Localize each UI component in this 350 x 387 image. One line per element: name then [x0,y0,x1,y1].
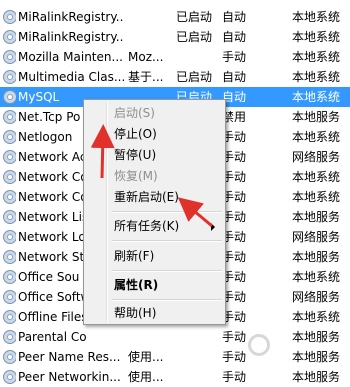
service-logon-as: 本地服务 [292,370,341,384]
service-startup-type: 禁用 [222,110,247,124]
menu-item-help[interactable]: 帮助(H) [86,303,223,323]
service-startup-type: 自动 [222,70,247,84]
service-logon-as: 本地服务 [292,210,341,224]
service-gear-icon [2,267,16,287]
service-gear-icon [2,27,16,47]
menu-item-all-tasks-label: 所有任务(K) [114,219,180,233]
service-gear-icon [2,307,16,327]
service-logon-as: 本地系统 [292,310,341,324]
service-description: 基于... [128,70,164,84]
menu-item-resume: 恢复(M) [114,169,158,183]
service-status [176,47,220,67]
service-logon-as: 本地系统 [292,30,341,44]
service-logon-as: 本地系统 [292,90,341,104]
service-description [128,27,174,47]
service-startup-type: 手动 [222,150,247,164]
menu-item-restart[interactable]: 重新启动(E) [86,187,223,207]
service-logon-as: 本地系统 [292,170,341,184]
service-logon-as: 网络服务 [292,150,341,164]
service-row[interactable]: Peer Networkin... 使用... 手动 本地服务 [0,367,350,387]
service-gear-icon [2,107,16,127]
service-startup-type: 手动 [222,50,247,64]
service-logon-as: 本地系统 [292,270,341,284]
service-startup-type: 自动 [222,30,247,44]
service-row[interactable]: MiRalinkRegistry... 已启动 自动 本地系统 [0,7,350,27]
service-gear-icon [2,67,16,87]
service-startup-type: 手动 [222,270,247,284]
service-gear-icon [2,127,16,147]
service-logon-as: 网络服务 [292,290,341,304]
service-startup-type: 手动 [222,370,247,384]
service-name: Parental Co [18,330,87,344]
service-startup-type: 手动 [222,210,247,224]
service-startup-type: 手动 [222,190,247,204]
service-row[interactable]: Mozilla Mainten... Moz... 手动 本地系统 [0,47,350,67]
watermark-logo [248,330,348,368]
service-gear-icon [2,227,16,247]
menu-separator [112,240,222,242]
watermark-circle-icon [248,334,270,356]
service-gear-icon [2,327,16,347]
service-status [176,327,220,347]
service-startup-type: 手动 [222,290,247,304]
menu-item-properties[interactable]: 属性(R) [86,275,223,295]
service-name: MiRalinkRegistry... [18,30,124,44]
service-gear-icon [2,147,16,167]
menu-item-pause[interactable]: 暂停(U) [86,145,223,165]
service-status [176,347,220,367]
service-description: 使用... [128,350,164,364]
service-name: Mozilla Mainten... [18,50,123,64]
menu-item-refresh[interactable]: 刷新(F) [86,246,223,266]
menu-separator [112,299,222,301]
service-startup-type: 手动 [222,310,247,324]
service-startup-type: 自动 [222,90,247,104]
service-description [128,327,174,347]
service-gear-icon [2,247,16,267]
service-name: Multimedia Clas... [18,70,124,84]
service-row[interactable]: MiRalinkRegistry... 已启动 自动 本地系统 [0,27,350,47]
service-logon-as: 本地服务 [292,250,341,264]
service-gear-icon [2,47,16,67]
service-logon-as: 本地服务 [292,110,341,124]
service-status: 已启动 [176,10,213,24]
service-startup-type: 手动 [222,250,247,264]
service-startup-type: 手动 [222,230,247,244]
chevron-right-icon [211,223,215,231]
service-row[interactable]: Multimedia Clas... 基于... 已启动 自动 本地系统 [0,67,350,87]
menu-separator [112,211,222,213]
service-logon-as: 网络服务 [292,230,341,244]
service-logon-as: 本地系统 [292,130,341,144]
menu-separator [112,270,222,272]
service-logon-as: 本地系统 [292,70,341,84]
service-description: Moz... [128,50,164,64]
service-gear-icon [2,7,16,27]
service-description [128,7,174,27]
service-name: MiRalinkRegistry... [18,10,124,24]
service-startup-type: 手动 [222,130,247,144]
service-description: 使用... [128,370,164,384]
service-gear-icon [2,207,16,227]
service-gear-icon [2,87,16,107]
service-gear-icon [2,187,16,207]
service-logon-as: 本地系统 [292,10,341,24]
service-name: Peer Networkin... [18,370,121,384]
service-gear-icon [2,167,16,187]
service-gear-icon [2,287,16,307]
service-gear-icon [2,367,16,387]
service-name: Peer Name Res... [18,350,121,364]
service-logon-as: 本地系统 [292,50,341,64]
context-menu: 启动(S) 停止(O) 暂停(U) 恢复(M) 重新启动(E) 所有任务(K) … [83,99,226,325]
service-startup-type: 手动 [222,170,247,184]
service-gear-icon [2,347,16,367]
service-status: 已启动 [176,70,213,84]
service-status: 已启动 [176,30,213,44]
service-startup-type: 自动 [222,10,247,24]
menu-item-start: 启动(S) [114,106,155,120]
menu-item-all-tasks[interactable]: 所有任务(K) [86,216,223,236]
menu-item-stop[interactable]: 停止(O) [86,124,223,144]
service-logon-as: 本地系统 [292,190,341,204]
service-status [176,367,220,387]
